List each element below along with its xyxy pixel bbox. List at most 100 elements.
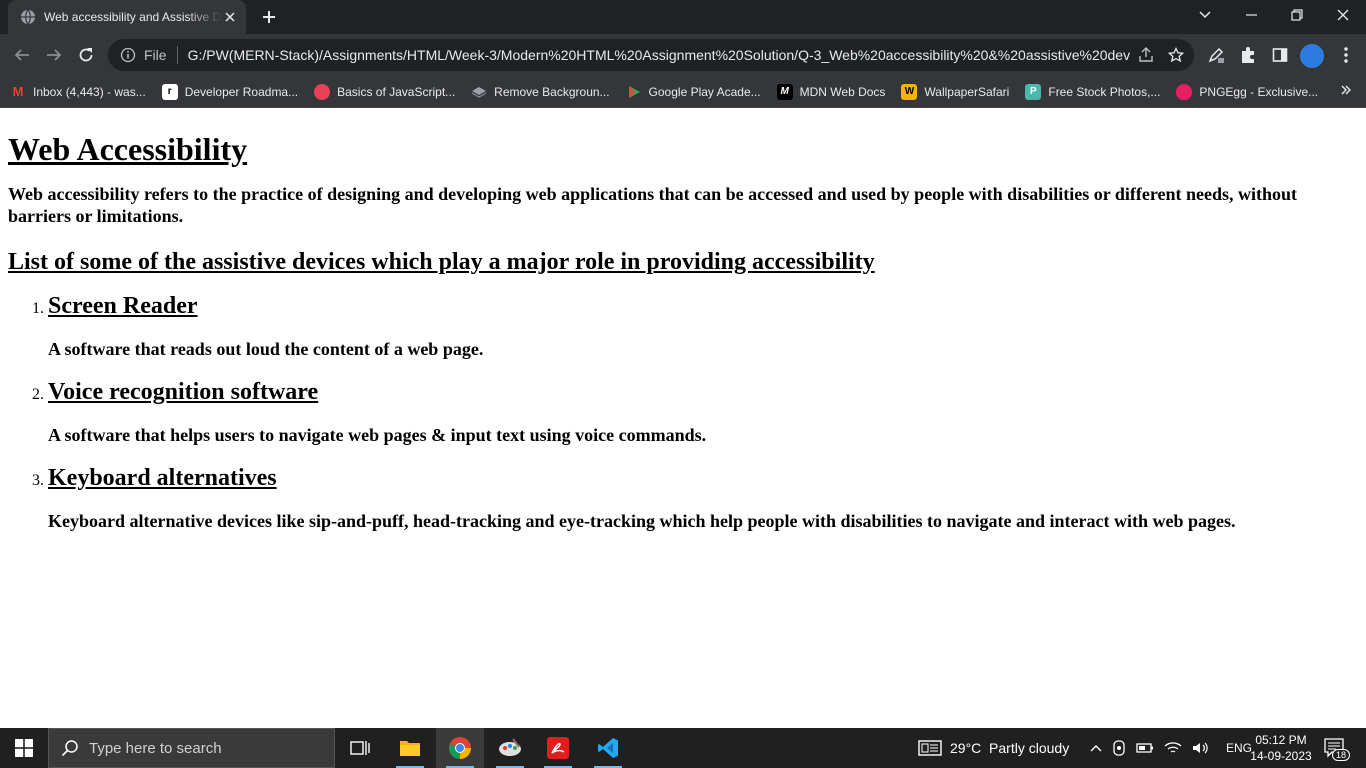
task-view-button[interactable] xyxy=(336,728,384,768)
bookmark-item[interactable]: M MDN Web Docs xyxy=(776,83,886,100)
battery-icon[interactable] xyxy=(1136,741,1154,755)
page-heading: Web Accessibility xyxy=(8,131,248,167)
profile-avatar[interactable] xyxy=(1300,44,1324,68)
volume-icon[interactable] xyxy=(1192,741,1210,755)
list-item-title: Screen Reader xyxy=(48,293,198,319)
weather-text: 29°C Partly cloudy xyxy=(950,740,1070,756)
bookmark-item[interactable]: Google Play Acade... xyxy=(626,84,761,100)
browser-menu-icon[interactable] xyxy=(1336,45,1356,65)
bookmark-label: Inbox (4,443) - was... xyxy=(33,84,146,99)
bookmark-label: Developer Roadma... xyxy=(184,84,299,99)
wallpaper-icon: W xyxy=(901,83,918,100)
bookmark-item[interactable]: Remove Backgroun... xyxy=(471,84,610,100)
extensions-puzzle-icon[interactable] xyxy=(1238,45,1258,65)
bookmark-label: Free Stock Photos,... xyxy=(1048,84,1161,99)
side-panel-icon[interactable] xyxy=(1270,45,1290,65)
browser-tab-active[interactable]: Web accessibility and Assistive Devices xyxy=(8,0,246,34)
chevron-up-icon[interactable] xyxy=(1090,744,1102,752)
taskbar-acrobat[interactable] xyxy=(534,728,582,768)
more-bookmarks-icon[interactable] xyxy=(1340,84,1352,99)
bookmark-item[interactable]: W WallpaperSafari xyxy=(901,83,1010,100)
mdn-icon: M xyxy=(776,83,793,100)
start-button[interactable] xyxy=(0,728,48,768)
notification-center-button[interactable]: 18 xyxy=(1322,736,1350,761)
folder-icon xyxy=(400,741,420,756)
url-scheme-label: File xyxy=(144,47,167,63)
clock-date: 14-09-2023 xyxy=(1250,749,1312,763)
bookmark-item[interactable]: Basics of JavaScript... xyxy=(314,83,456,100)
taskbar-vscode[interactable] xyxy=(584,728,632,768)
bookmark-item[interactable]: M Inbox (4,443) - was... xyxy=(10,84,146,100)
back-button[interactable] xyxy=(10,43,34,67)
close-tab-icon[interactable] xyxy=(222,9,238,25)
web-page-content: Web Accessibility Web accessibility refe… xyxy=(0,109,1366,728)
address-separator xyxy=(176,46,178,64)
gmail-icon: M xyxy=(12,84,24,99)
assistive-devices-list: Screen Reader A software that reads out … xyxy=(8,292,1358,532)
bookmark-label: MDN Web Docs xyxy=(799,84,886,99)
bookmark-label: PNGEgg - Exclusive... xyxy=(1199,84,1319,99)
task-view-icon xyxy=(350,741,370,755)
taskbar-search-box[interactable]: Type here to search xyxy=(48,728,335,768)
list-item: Screen Reader A software that reads out … xyxy=(48,292,1358,360)
reload-button[interactable] xyxy=(74,43,98,67)
weather-widget[interactable]: 29°C Partly cloudy xyxy=(918,728,1069,768)
list-item-description: A software that helps users to navigate … xyxy=(48,425,707,445)
taskbar-file-explorer[interactable] xyxy=(386,728,434,768)
bookmark-item[interactable]: PNGEgg - Exclusive... xyxy=(1176,83,1319,100)
address-bar[interactable]: File G:/PW(MERN-Stack)/Assignments/HTML/… xyxy=(108,39,1194,71)
vscode-icon xyxy=(598,738,618,758)
minimize-button[interactable] xyxy=(1228,0,1274,30)
spider-icon xyxy=(314,83,331,100)
intro-paragraph: Web accessibility refers to the practice… xyxy=(8,184,1298,226)
windows-logo-icon xyxy=(15,739,33,757)
system-clock[interactable]: 05:12 PM 14-09-2023 xyxy=(1244,732,1318,764)
bookmarks-bar: M Inbox (4,443) - was... r Developer Roa… xyxy=(0,76,1366,108)
search-icon xyxy=(61,739,79,757)
bookmark-item[interactable]: P Free Stock Photos,... xyxy=(1025,83,1161,100)
wifi-icon[interactable] xyxy=(1164,741,1182,755)
taskbar-chrome[interactable] xyxy=(436,728,484,768)
bookmark-star-icon[interactable] xyxy=(1168,47,1184,63)
globe-icon xyxy=(21,9,35,25)
list-item-title: Voice recognition software xyxy=(48,379,319,405)
edit-extension-icon[interactable] xyxy=(1206,45,1226,65)
share-icon[interactable] xyxy=(1138,47,1154,63)
tab-strip: Web accessibility and Assistive Devices xyxy=(0,0,1366,34)
bookmark-label: Remove Backgroun... xyxy=(494,84,610,99)
layers-icon xyxy=(471,84,487,100)
paint-icon xyxy=(499,738,521,756)
bookmark-label: Basics of JavaScript... xyxy=(337,84,456,99)
notification-count-badge: 18 xyxy=(1331,749,1350,761)
list-heading: List of some of the assistive devices wh… xyxy=(8,249,875,275)
roadmap-icon: r xyxy=(161,83,178,100)
restore-button[interactable] xyxy=(1274,0,1320,30)
list-item: Keyboard alternatives Keyboard alternati… xyxy=(48,464,1358,532)
list-item: Voice recognition software A software th… xyxy=(48,378,1358,446)
close-window-button[interactable] xyxy=(1320,0,1366,30)
clock-time: 05:12 PM xyxy=(1255,733,1307,747)
weather-news-icon xyxy=(918,740,942,756)
photo-icon: P xyxy=(1025,83,1042,100)
taskbar-app-paint[interactable] xyxy=(486,728,534,768)
chrome-icon xyxy=(449,737,471,759)
windows-taskbar: Type here to search 29°C Partly cloudy E… xyxy=(0,728,1366,768)
bookmark-label: Google Play Acade... xyxy=(648,84,761,99)
list-item-description: Keyboard alternative devices like sip-an… xyxy=(48,511,1236,531)
search-placeholder: Type here to search xyxy=(89,739,222,757)
egg-icon xyxy=(1176,83,1193,100)
pdf-icon xyxy=(547,737,569,759)
bookmark-item[interactable]: r Developer Roadma... xyxy=(161,83,299,100)
bookmark-label: WallpaperSafari xyxy=(924,84,1010,99)
tab-title: Web accessibility and Assistive Devices xyxy=(44,10,222,24)
info-icon[interactable] xyxy=(120,47,136,63)
meet-now-icon[interactable] xyxy=(1112,740,1126,756)
forward-button[interactable] xyxy=(42,43,66,67)
browser-toolbar: File G:/PW(MERN-Stack)/Assignments/HTML/… xyxy=(0,34,1366,76)
play-icon xyxy=(626,84,642,100)
list-item-title: Keyboard alternatives xyxy=(48,465,277,491)
list-item-description: A software that reads out loud the conte… xyxy=(48,339,484,359)
tab-search-icon[interactable] xyxy=(1182,0,1228,30)
new-tab-button[interactable] xyxy=(258,6,280,28)
url-text[interactable]: G:/PW(MERN-Stack)/Assignments/HTML/Week-… xyxy=(188,47,1130,63)
